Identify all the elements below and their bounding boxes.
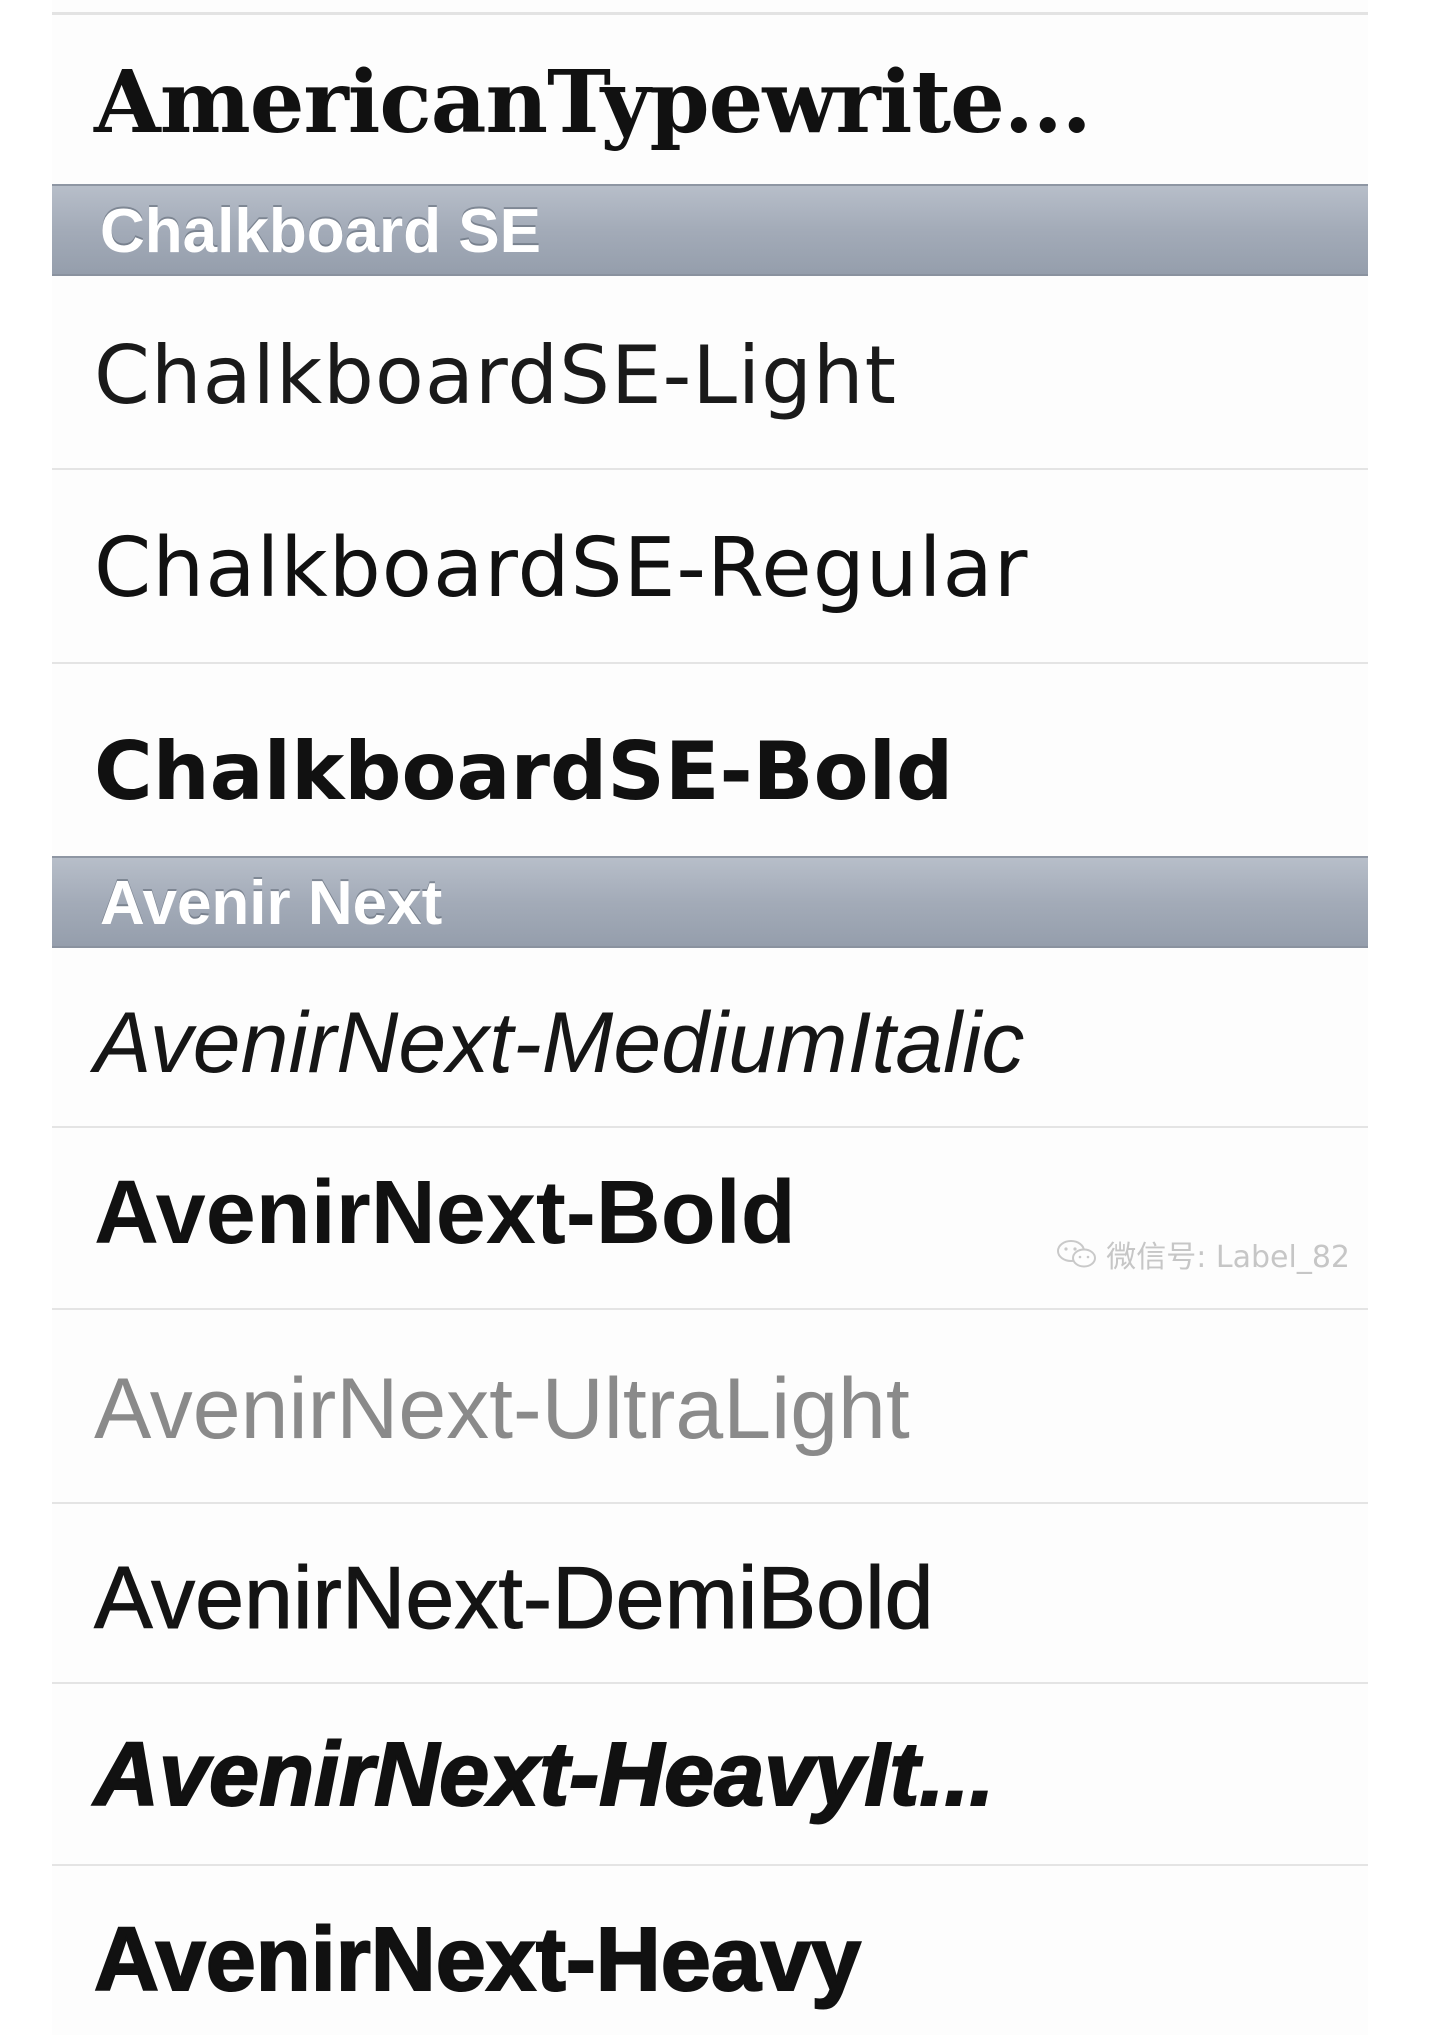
wechat-icon <box>1056 1238 1098 1270</box>
font-row-avenirnext-ultralight[interactable]: AvenirNext-UltraLight <box>52 1310 1368 1504</box>
font-row-avenirnext-demibold[interactable]: AvenirNext-DemiBold <box>52 1504 1368 1684</box>
font-row-label: AvenirNext-Heavy <box>93 1910 862 2010</box>
font-row-label: AvenirNext-HeavyIt... <box>93 1725 995 1825</box>
font-row-americantypewriter[interactable]: AmericanTypewrite... <box>52 16 1368 186</box>
font-row-label: AmericanTypewrite... <box>94 52 1092 153</box>
font-row-avenirnext-mediumitalic[interactable]: AvenirNext-MediumItalic <box>52 948 1368 1128</box>
font-row-chalkboardse-regular[interactable]: ChalkboardSE-Regular <box>52 470 1368 664</box>
section-header-label: Chalkboard SE <box>100 197 541 266</box>
font-row-avenirnext-heavy[interactable]: AvenirNext-Heavy <box>52 1866 1368 2035</box>
section-header-label: Avenir Next <box>100 869 443 938</box>
font-row-chalkboardse-light[interactable]: ChalkboardSE-Light <box>52 276 1368 470</box>
font-row-label: AvenirNext-UltraLight <box>94 1361 910 1457</box>
section-header-chalkboard-se: Chalkboard SE <box>52 184 1368 276</box>
font-row-avenirnext-heavyitalic[interactable]: AvenirNext-HeavyIt... <box>52 1684 1368 1866</box>
screen: AmericanTypewrite... Chalkboard SE Chalk… <box>0 0 1454 2035</box>
font-row-label: AvenirNext-Bold <box>94 1163 796 1263</box>
font-row-label: AvenirNext-MediumItalic <box>94 995 1025 1091</box>
font-row-avenirnext-bold[interactable]: AvenirNext-Bold 微信号: Label_82 <box>52 1128 1368 1310</box>
watermark: 微信号: Label_82 <box>1056 1232 1350 1276</box>
font-row-chalkboardse-bold[interactable]: ChalkboardSE-Bold <box>52 664 1368 856</box>
font-row-label: AvenirNext-DemiBold <box>94 1548 935 1647</box>
font-table-view[interactable]: AmericanTypewrite... Chalkboard SE Chalk… <box>52 0 1368 2035</box>
font-row-label: ChalkboardSE-Light <box>94 329 897 422</box>
watermark-text: 微信号: Label_82 <box>1106 1240 1350 1275</box>
section-header-avenir-next: Avenir Next <box>52 856 1368 948</box>
top-separator <box>52 12 1368 15</box>
font-row-label: ChalkboardSE-Regular <box>94 521 1029 616</box>
font-row-label: ChalkboardSE-Bold <box>94 725 954 818</box>
